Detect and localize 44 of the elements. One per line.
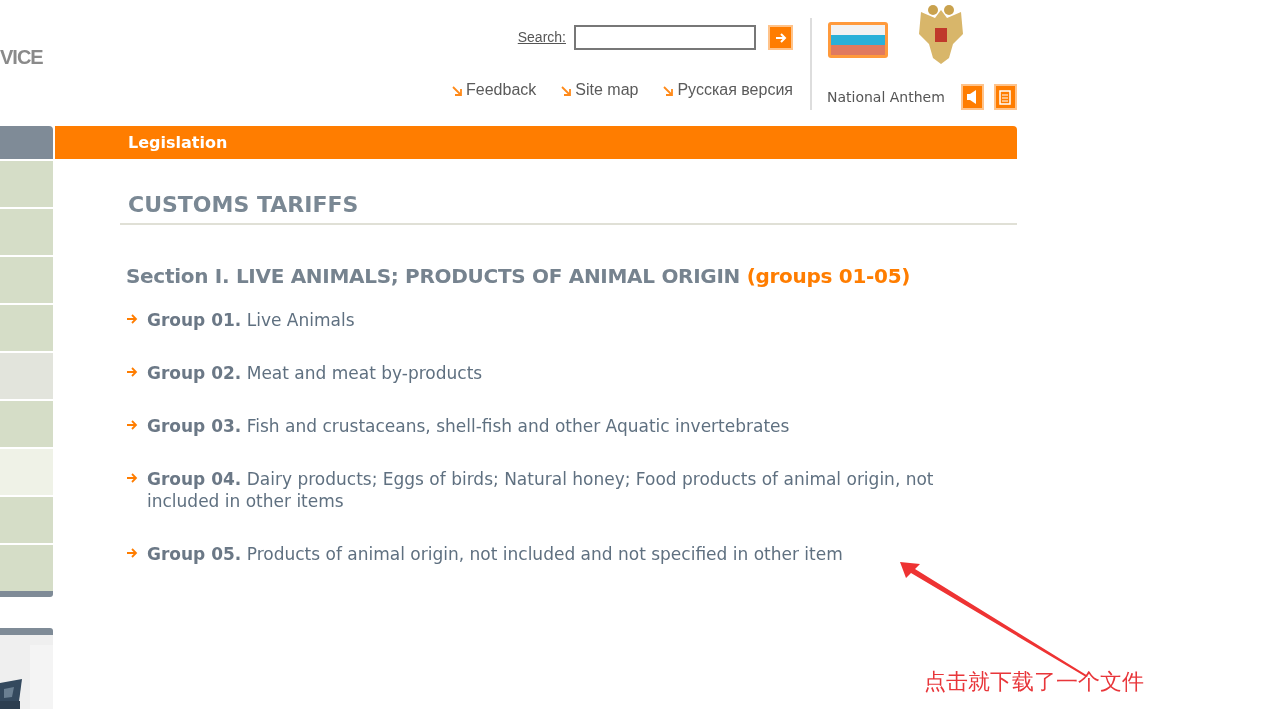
sidebar-item[interactable] [0, 545, 53, 591]
speaker-button[interactable] [960, 84, 984, 110]
nav-link[interactable]: Русская версия [662, 78, 793, 102]
section-title: Section I. LIVE ANIMALS; PRODUCTS OF ANIMAL ORIGIN [126, 264, 741, 288]
sidebar-item[interactable] [0, 401, 53, 447]
sidebar-item[interactable] [0, 497, 53, 543]
document-button[interactable] [993, 84, 1017, 110]
arrow-icon [126, 472, 138, 484]
logo-text: VICE [0, 45, 44, 70]
flag-icon[interactable] [827, 21, 889, 59]
panel-header [0, 628, 53, 635]
group-link[interactable]: Group 04. Dairy products; Eggs of birds; Natural honey; Food products of animal origin, not included in other items [147, 468, 997, 512]
sidebar-item[interactable] [0, 353, 53, 399]
arrow-icon [126, 419, 138, 431]
sidebar-footer [0, 591, 53, 597]
group-link[interactable]: Group 02. Meat and meat by-products [147, 362, 997, 384]
arrow-icon [773, 30, 788, 45]
arrow-icon [126, 547, 138, 559]
annotation-text: 点击就下载了一个文件 [924, 668, 1144, 696]
sidebar-header [0, 126, 53, 159]
sidebar-item[interactable] [0, 161, 53, 207]
group-range: (groups 01-05) [746, 264, 911, 288]
arrow-icon [126, 366, 138, 378]
page-title: CUSTOMS TARIFFS [128, 191, 360, 219]
group-link[interactable]: Group 01. Live Animals [147, 309, 997, 331]
arrow-icon [451, 84, 463, 97]
arrow-icon [560, 84, 573, 97]
section-bar-title: Legislation [55, 126, 1017, 159]
group-link[interactable]: Group 05. Products of animal origin, not included and not specified in other item [147, 543, 997, 565]
sidebar-item[interactable] [0, 209, 53, 255]
speaker-icon [966, 90, 979, 104]
nav-link[interactable]: Feedback [451, 78, 537, 102]
search-field[interactable] [574, 25, 756, 50]
sidebar-item[interactable] [0, 257, 53, 303]
nav-link[interactable]: Site map [560, 78, 639, 102]
search-button[interactable] [768, 25, 793, 50]
document-icon [999, 89, 1012, 105]
sidebar-item[interactable] [0, 305, 53, 351]
sidebar-item[interactable] [0, 449, 53, 495]
arrow-icon [662, 84, 675, 97]
anthem-label: National Anthem [827, 87, 945, 107]
search-label: Search: [517, 28, 566, 47]
arrow-icon [126, 313, 138, 325]
group-link[interactable]: Group 03. Fish and crustaceans, shell-fish and other Aquatic invertebrates [147, 415, 997, 437]
